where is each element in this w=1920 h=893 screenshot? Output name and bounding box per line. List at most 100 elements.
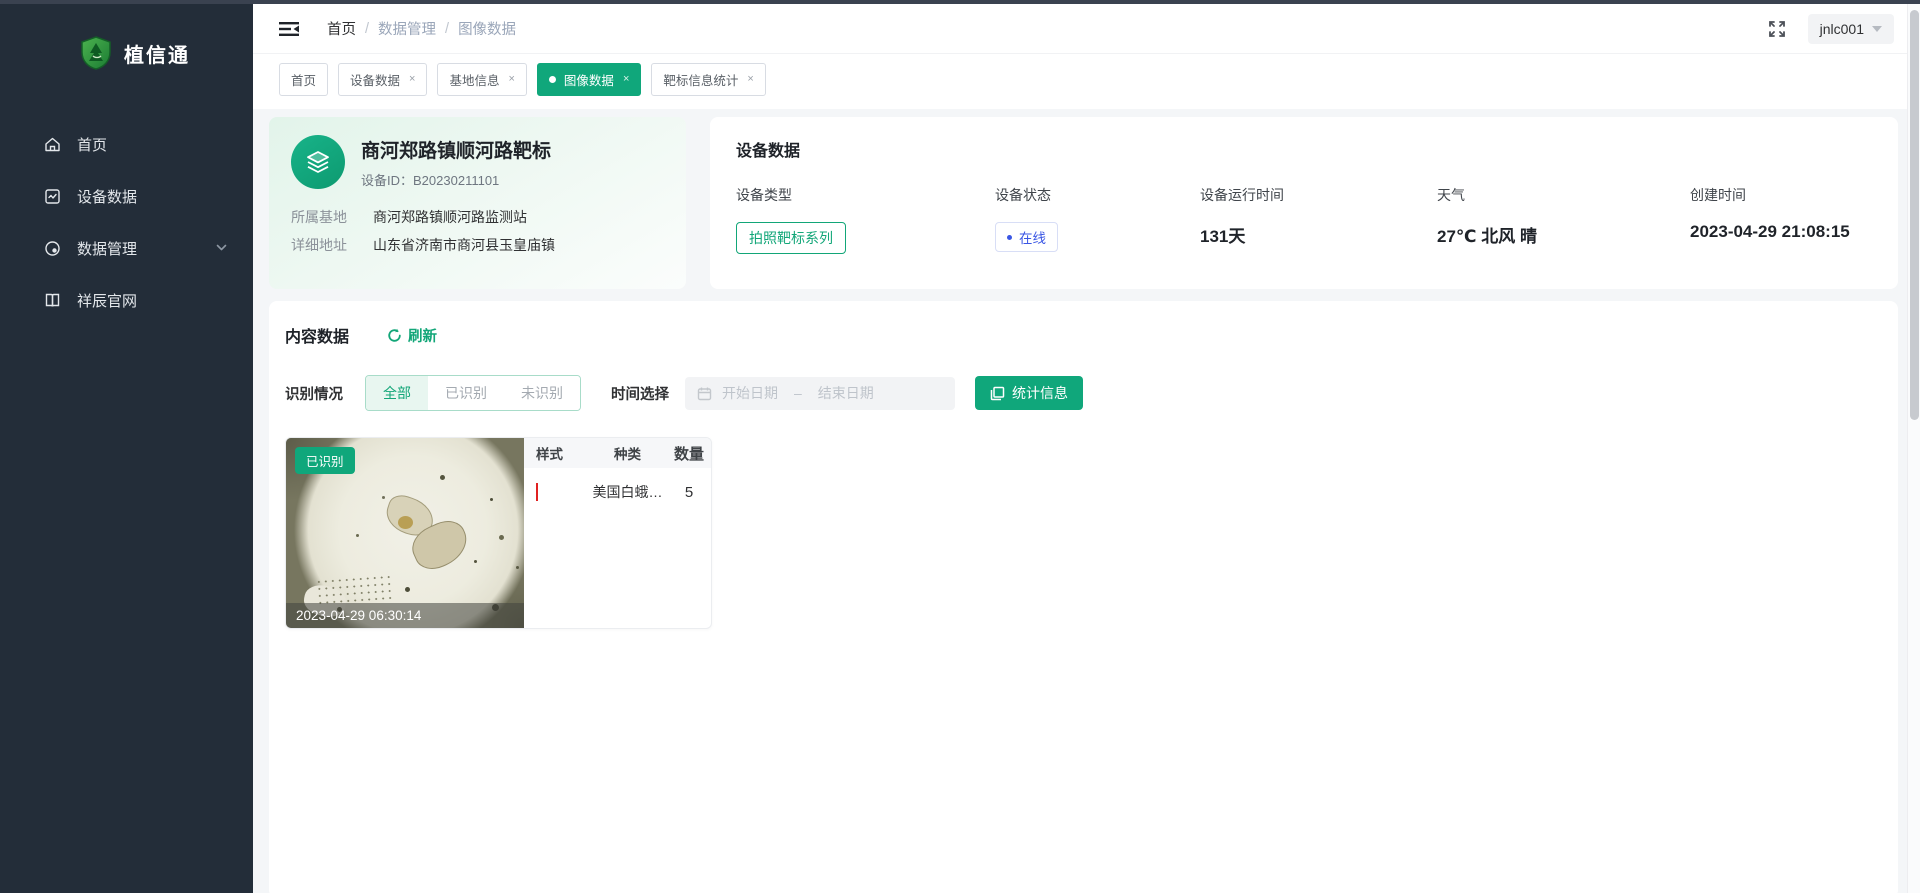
home-icon: [44, 136, 61, 153]
sidebar-item-home[interactable]: 首页: [0, 118, 253, 170]
device-data-fields: 设备类型 拍照靶标系列 设备状态 在线 设备运行时间 131天 天气 27℃ 北…: [736, 185, 1872, 254]
tab-base-info[interactable]: 基地信息 ×: [437, 63, 526, 96]
content-title: 内容数据: [285, 323, 349, 347]
device-id-value: B20230211101: [413, 173, 499, 188]
data-disc-icon: [44, 240, 61, 257]
refresh-icon: [387, 328, 402, 343]
device-info-row: 详细地址 山东省济南市商河县玉皇庙镇: [291, 231, 664, 259]
sidebar-item-data-management[interactable]: 数据管理: [0, 222, 253, 274]
time-filter-label: 时间选择: [611, 383, 669, 404]
stats-doc-icon: [990, 386, 1005, 401]
page-content: 商河郑路镇顺河路靶标 设备ID：B20230211101 所属基地 商河郑路镇顺…: [253, 109, 1920, 893]
segment-unrecognized[interactable]: 未识别: [504, 376, 580, 410]
table-header-row: 样式 种类 数量: [524, 438, 711, 468]
close-icon[interactable]: ×: [409, 74, 415, 85]
trap-photo[interactable]: 已识别 2023-04-29 06:30:14: [286, 438, 524, 628]
end-date-placeholder: 结束日期: [818, 383, 874, 403]
tab-label: 首页: [291, 70, 316, 89]
close-icon[interactable]: ×: [623, 74, 629, 85]
fullscreen-icon[interactable]: [1768, 20, 1786, 38]
close-icon[interactable]: ×: [747, 74, 753, 85]
refresh-label: 刷新: [408, 325, 437, 346]
brand-logo: 植信通: [0, 0, 253, 70]
count-cell: 5: [667, 484, 711, 501]
breadcrumb-item[interactable]: 图像数据: [458, 18, 516, 39]
breadcrumb-separator: /: [445, 21, 449, 37]
column-header: 样式: [524, 443, 588, 463]
active-dot: [549, 76, 556, 83]
header-right: jnlc001: [1768, 14, 1894, 44]
breadcrumb: 首页 / 数据管理 / 图像数据: [327, 18, 516, 39]
device-info-head: 商河郑路镇顺河路靶标 设备ID：B20230211101: [291, 135, 664, 189]
insect-blob: [398, 516, 413, 529]
device-id-label: 设备ID：: [361, 173, 413, 188]
sidebar-item-official-site[interactable]: 祥辰官网: [0, 274, 253, 326]
segment-recognized[interactable]: 已识别: [428, 376, 504, 410]
sidebar: 植信通 首页 设备数据: [0, 0, 253, 893]
field-label: 设备类型: [736, 185, 995, 205]
sidebar-item-label: 祥辰官网: [77, 290, 137, 311]
breadcrumb-separator: /: [365, 21, 369, 37]
sidebar-menu: 首页 设备数据 数据管理: [0, 118, 253, 326]
window-top-edge: [0, 0, 1920, 4]
insect-dots: [286, 438, 289, 441]
username: jnlc001: [1820, 21, 1864, 37]
online-dot: [1007, 235, 1012, 240]
row-value: 山东省济南市商河县玉皇庙镇: [373, 231, 555, 259]
tab-label: 基地信息: [449, 70, 499, 89]
start-date-placeholder: 开始日期: [722, 383, 778, 403]
sidebar-item-label: 首页: [77, 134, 107, 155]
tab-home[interactable]: 首页: [279, 63, 328, 96]
column-header: 数量: [667, 443, 711, 464]
layers-icon: [291, 135, 345, 189]
row-label: 详细地址: [291, 231, 355, 259]
vertical-scrollbar[interactable]: [1907, 4, 1920, 893]
field-device-type: 设备类型 拍照靶标系列: [736, 185, 995, 254]
segment-all[interactable]: 全部: [366, 376, 428, 410]
menu-fold-icon[interactable]: [279, 21, 299, 37]
status-text: 在线: [1019, 227, 1046, 247]
field-label: 设备状态: [995, 185, 1200, 205]
device-title: 商河郑路镇顺河路靶标: [361, 136, 551, 163]
calendar-icon: [697, 386, 712, 401]
breadcrumb-item[interactable]: 数据管理: [378, 18, 436, 39]
date-range-picker[interactable]: 开始日期 – 结束日期: [685, 377, 955, 410]
field-label: 设备运行时间: [1200, 185, 1437, 205]
user-menu[interactable]: jnlc001: [1808, 14, 1894, 44]
tab-label: 图像数据: [564, 70, 614, 89]
shield-tree-icon: [80, 36, 112, 70]
device-chart-icon: [44, 188, 61, 205]
content-data-card: 内容数据 刷新 识别情况 全部 已识别 未识别 时间选择: [269, 301, 1898, 893]
scrollbar-thumb[interactable]: [1910, 10, 1919, 420]
sidebar-item-device-data[interactable]: 设备数据: [0, 170, 253, 222]
brand-name: 植信通: [124, 39, 190, 68]
device-type-tag: 拍照靶标系列: [736, 222, 846, 254]
device-data-card: 设备数据 设备类型 拍照靶标系列 设备状态 在线 设备运行时间 131天: [710, 117, 1898, 289]
sidebar-item-label: 数据管理: [77, 238, 137, 259]
breadcrumb-item[interactable]: 首页: [327, 18, 356, 39]
device-title-block: 商河郑路镇顺河路靶标 设备ID：B20230211101: [361, 136, 551, 189]
stats-info-button[interactable]: 统计信息: [975, 376, 1083, 410]
tab-target-stats[interactable]: 靶标信息统计 ×: [651, 63, 765, 96]
insect-cluster: [315, 573, 393, 606]
weather-value: 27℃ 北风 晴: [1437, 222, 1537, 247]
tab-device-data[interactable]: 设备数据 ×: [338, 63, 427, 96]
content-title-row: 内容数据 刷新: [285, 323, 1882, 347]
recognized-badge: 已识别: [295, 447, 355, 474]
close-icon[interactable]: ×: [508, 74, 514, 85]
tab-label: 设备数据: [350, 70, 400, 89]
bbox-color-swatch: [536, 483, 538, 501]
tab-image-data[interactable]: 图像数据 ×: [537, 63, 641, 96]
caret-down-icon: [1872, 26, 1882, 32]
refresh-button[interactable]: 刷新: [387, 325, 437, 346]
recognition-table: 样式 种类 数量 美国白蛾… 5: [524, 438, 711, 628]
species-cell: 美国白蛾…: [588, 482, 667, 502]
field-label: 天气: [1437, 185, 1690, 205]
field-created-time: 创建时间 2023-04-29 21:08:15: [1690, 185, 1850, 254]
image-result-card[interactable]: 已识别 2023-04-29 06:30:14 样式 种类 数量 美国白蛾… 5: [285, 437, 712, 629]
book-icon: [44, 292, 61, 309]
recognition-filter-label: 识别情况: [285, 383, 343, 404]
field-label: 创建时间: [1690, 185, 1850, 205]
device-info-card: 商河郑路镇顺河路靶标 设备ID：B20230211101 所属基地 商河郑路镇顺…: [269, 117, 686, 289]
tab-bar: 首页 设备数据 × 基地信息 × 图像数据 × 靶标信息统计 ×: [253, 54, 1920, 109]
